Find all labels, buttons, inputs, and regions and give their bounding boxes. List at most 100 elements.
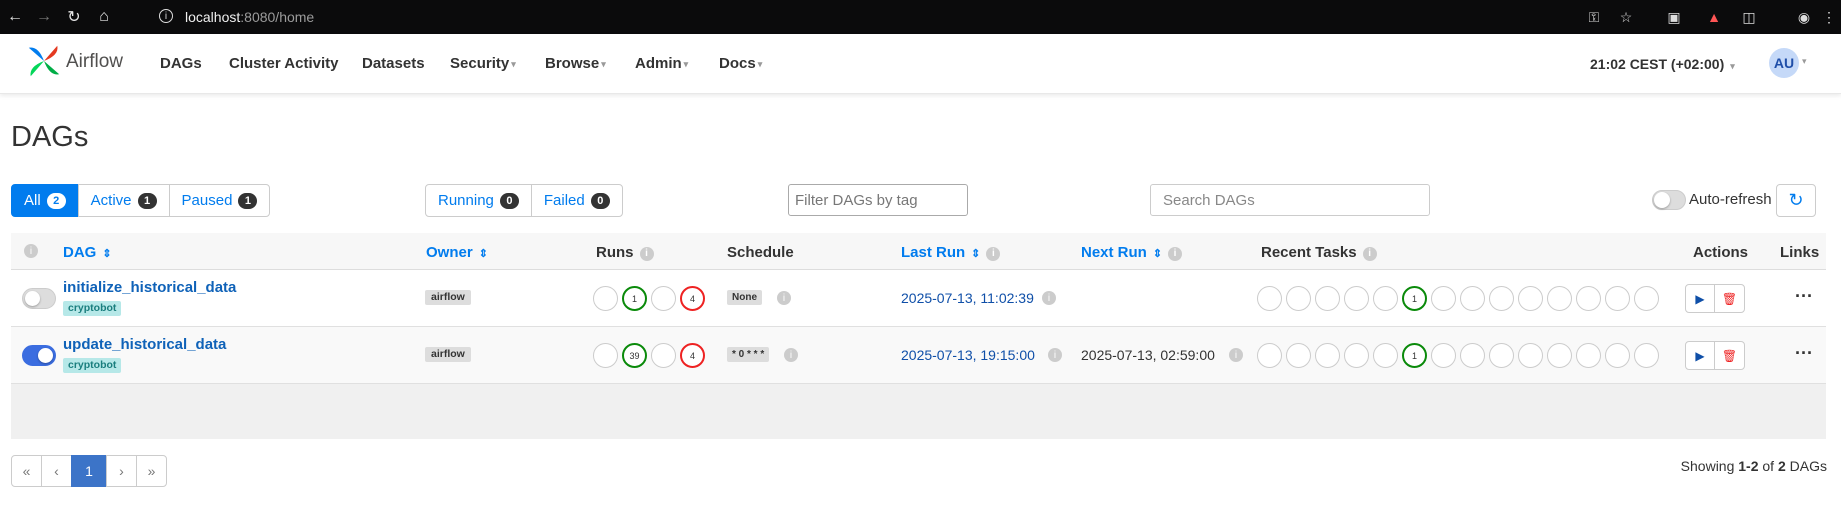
- task-state-circle[interactable]: [1257, 343, 1282, 368]
- task-state-circle[interactable]: [1576, 286, 1601, 311]
- run-state-circle[interactable]: [593, 343, 618, 368]
- task-state-circle[interactable]: [1344, 343, 1369, 368]
- last-page-button[interactable]: »: [136, 455, 167, 487]
- dag-tag[interactable]: cryptobot: [63, 358, 122, 373]
- brand-name[interactable]: Airflow: [66, 51, 123, 73]
- dag-link[interactable]: initialize_historical_data: [63, 279, 236, 296]
- task-success-circle[interactable]: 1: [1402, 343, 1427, 368]
- dag-pause-toggle[interactable]: [22, 345, 56, 366]
- trigger-dag-button[interactable]: ▶: [1686, 285, 1715, 312]
- info-icon[interactable]: i: [777, 291, 791, 305]
- task-state-circle[interactable]: [1489, 343, 1514, 368]
- task-state-circle[interactable]: [1373, 343, 1398, 368]
- info-icon[interactable]: i: [986, 247, 1001, 261]
- auto-refresh-toggle[interactable]: [1652, 190, 1686, 210]
- tag-filter-input[interactable]: Filter DAGs by tag: [788, 184, 968, 216]
- owner-badge[interactable]: airflow: [425, 290, 471, 305]
- task-state-circle[interactable]: [1431, 343, 1456, 368]
- task-state-circle[interactable]: [1518, 343, 1543, 368]
- filter-all-button[interactable]: All 2: [11, 184, 79, 217]
- nav-security[interactable]: Security ▾: [450, 55, 516, 72]
- task-state-circle[interactable]: [1286, 343, 1311, 368]
- prev-page-button[interactable]: ‹: [41, 455, 72, 487]
- dag-tag[interactable]: cryptobot: [63, 301, 122, 316]
- delete-dag-button[interactable]: 🗑: [1715, 342, 1744, 369]
- task-state-circle[interactable]: [1315, 343, 1340, 368]
- run-state-circle[interactable]: [651, 286, 676, 311]
- task-state-circle[interactable]: [1518, 286, 1543, 311]
- task-state-circle[interactable]: [1489, 286, 1514, 311]
- task-state-circle[interactable]: [1315, 286, 1340, 311]
- chevron-down-icon[interactable]: ▾: [1802, 56, 1807, 67]
- key-icon[interactable]: ⚿: [1580, 0, 1608, 34]
- browser-menu-icon[interactable]: ⋮: [1815, 0, 1841, 34]
- task-state-circle[interactable]: [1257, 286, 1282, 311]
- task-state-circle[interactable]: [1547, 343, 1572, 368]
- airflow-logo-icon[interactable]: [25, 42, 63, 80]
- run-success-circle[interactable]: 1: [622, 286, 647, 311]
- task-state-circle[interactable]: [1634, 286, 1659, 311]
- task-state-circle[interactable]: [1547, 286, 1572, 311]
- nav-dags[interactable]: DAGs: [160, 55, 202, 72]
- task-state-circle[interactable]: [1605, 286, 1630, 311]
- dag-pause-toggle[interactable]: [22, 288, 56, 309]
- header-owner[interactable]: Owner ⇕: [426, 244, 488, 261]
- task-state-circle[interactable]: [1344, 286, 1369, 311]
- info-icon[interactable]: i: [24, 244, 38, 258]
- header-last-run[interactable]: Last Run ⇕ i: [901, 244, 1001, 261]
- next-page-button[interactable]: ›: [106, 455, 137, 487]
- nav-docs[interactable]: Docs ▾: [719, 55, 762, 72]
- dag-link[interactable]: update_historical_data: [63, 336, 226, 353]
- page-button-current[interactable]: 1: [71, 455, 107, 487]
- nav-cluster-activity[interactable]: Cluster Activity: [229, 55, 338, 72]
- filter-active-button[interactable]: Active 1: [77, 184, 170, 217]
- info-icon[interactable]: i: [1362, 247, 1377, 261]
- task-state-circle[interactable]: [1460, 343, 1485, 368]
- last-run-link[interactable]: 2025-07-13, 11:02:39: [901, 290, 1034, 306]
- task-state-circle[interactable]: [1431, 286, 1456, 311]
- run-success-circle[interactable]: 39: [622, 343, 647, 368]
- run-failed-circle[interactable]: 4: [680, 343, 705, 368]
- filter-paused-button[interactable]: Paused 1: [168, 184, 271, 217]
- info-icon[interactable]: i: [1048, 348, 1062, 362]
- info-icon[interactable]: i: [1168, 247, 1183, 261]
- reload-icon[interactable]: ↻: [59, 0, 89, 34]
- run-state-circle[interactable]: [651, 343, 676, 368]
- task-state-circle[interactable]: [1460, 286, 1485, 311]
- nav-datasets[interactable]: Datasets: [362, 55, 425, 72]
- search-input[interactable]: Search DAGs: [1150, 184, 1430, 216]
- header-dag[interactable]: DAG ⇕: [63, 244, 112, 261]
- extensions-puzzle-icon[interactable]: ◫: [1735, 0, 1763, 34]
- user-avatar[interactable]: AU: [1769, 48, 1799, 78]
- first-page-button[interactable]: «: [11, 455, 42, 487]
- trigger-dag-button[interactable]: ▶: [1686, 342, 1715, 369]
- info-icon[interactable]: i: [1229, 348, 1243, 362]
- run-state-circle[interactable]: [593, 286, 618, 311]
- bookmark-star-icon[interactable]: ☆: [1612, 0, 1640, 34]
- refresh-button[interactable]: ↻: [1776, 184, 1816, 217]
- nav-browse[interactable]: Browse ▾: [545, 55, 606, 72]
- task-success-circle[interactable]: 1: [1402, 286, 1427, 311]
- filter-running-button[interactable]: Running 0: [425, 184, 532, 217]
- filter-failed-button[interactable]: Failed 0: [530, 184, 623, 217]
- owner-badge[interactable]: airflow: [425, 347, 471, 362]
- more-links-button[interactable]: ···: [1795, 286, 1813, 307]
- task-state-circle[interactable]: [1373, 286, 1398, 311]
- info-icon[interactable]: i: [1042, 291, 1056, 305]
- last-run-link[interactable]: 2025-07-13, 19:15:00: [901, 347, 1035, 363]
- address-bar[interactable]: localhost:8080/home: [185, 0, 314, 34]
- info-icon[interactable]: i: [784, 348, 798, 362]
- extension-icon[interactable]: ▣: [1660, 0, 1688, 34]
- forward-icon[interactable]: →: [29, 0, 59, 34]
- task-state-circle[interactable]: [1634, 343, 1659, 368]
- task-state-circle[interactable]: [1576, 343, 1601, 368]
- timezone-clock[interactable]: 21:02 CEST (+02:00) ▾: [1590, 56, 1735, 72]
- home-icon[interactable]: ⌂: [89, 0, 119, 34]
- more-links-button[interactable]: ···: [1795, 343, 1813, 364]
- back-icon[interactable]: ←: [0, 0, 30, 34]
- profile-icon[interactable]: ◉: [1790, 0, 1818, 34]
- run-failed-circle[interactable]: 4: [680, 286, 705, 311]
- delete-dag-button[interactable]: 🗑: [1715, 285, 1744, 312]
- header-next-run[interactable]: Next Run ⇕ i: [1081, 244, 1183, 261]
- info-icon[interactable]: i: [639, 247, 654, 261]
